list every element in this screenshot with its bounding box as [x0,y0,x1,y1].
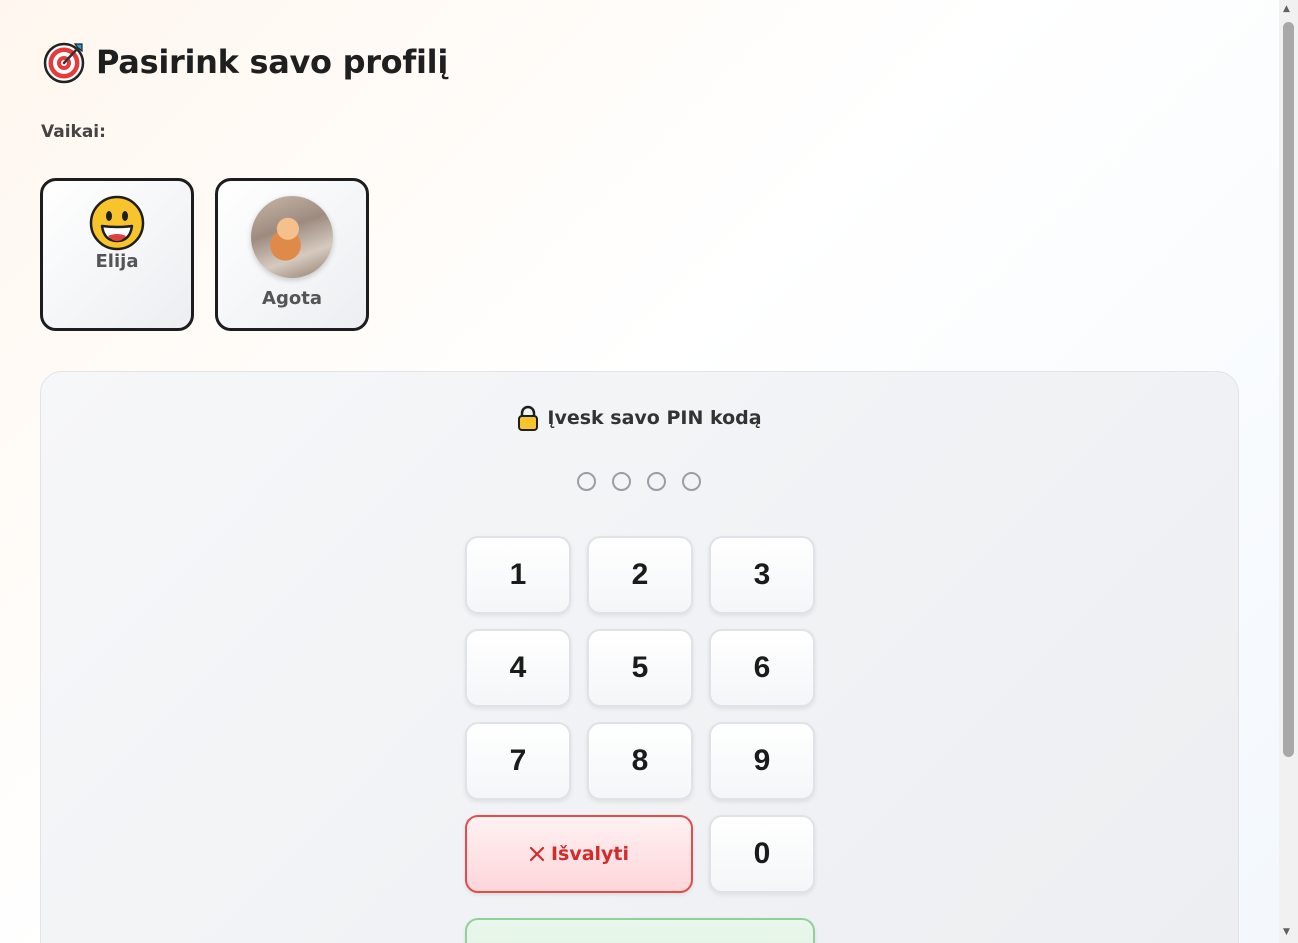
page: Pasirink savo profilį Vaikai: Elija Agot… [0,0,1279,943]
scroll-up-arrow-icon[interactable]: ▲ [1283,5,1290,14]
pin-dots [577,472,701,491]
profile-card-agota[interactable]: Agota [215,178,369,331]
profile-list: Elija Agota [40,178,369,331]
page-header: Pasirink savo profilį [42,40,448,84]
profile-name: Elija [95,251,139,272]
key-8[interactable]: 8 [587,722,693,800]
pin-dot [612,472,631,491]
key-0[interactable]: 0 [709,815,815,893]
confirm-button[interactable] [465,918,815,943]
key-1[interactable]: 1 [465,536,571,614]
pin-dot [577,472,596,491]
clear-button[interactable]: Išvalyti [465,815,693,893]
grinning-face-icon [89,195,145,251]
key-6[interactable]: 6 [709,629,815,707]
scrollbar-thumb[interactable] [1283,22,1294,757]
pin-title: Įvesk savo PIN kodą [547,407,762,429]
key-5[interactable]: 5 [587,629,693,707]
target-icon [43,42,85,84]
profile-card-elija[interactable]: Elija [40,178,194,331]
scroll-down-arrow-icon[interactable]: ▼ [1283,928,1290,937]
key-7[interactable]: 7 [465,722,571,800]
profile-name: Agota [262,288,322,309]
lock-icon [518,405,539,431]
page-title: Pasirink savo profilį [96,43,448,81]
close-icon [529,846,545,862]
pin-dot [682,472,701,491]
profile-photo-avatar [251,196,333,278]
key-2[interactable]: 2 [587,536,693,614]
key-9[interactable]: 9 [709,722,815,800]
key-4[interactable]: 4 [465,629,571,707]
pin-title-row: Įvesk savo PIN kodą [41,405,1238,431]
vertical-scrollbar[interactable]: ▲ ▼ [1279,0,1298,943]
clear-button-label: Išvalyti [550,843,630,865]
pin-dot [647,472,666,491]
key-3[interactable]: 3 [709,536,815,614]
pin-entry-panel: Įvesk savo PIN kodą 1 2 3 4 5 6 7 8 9 Iš… [40,371,1239,943]
children-section-label: Vaikai: [41,122,106,142]
